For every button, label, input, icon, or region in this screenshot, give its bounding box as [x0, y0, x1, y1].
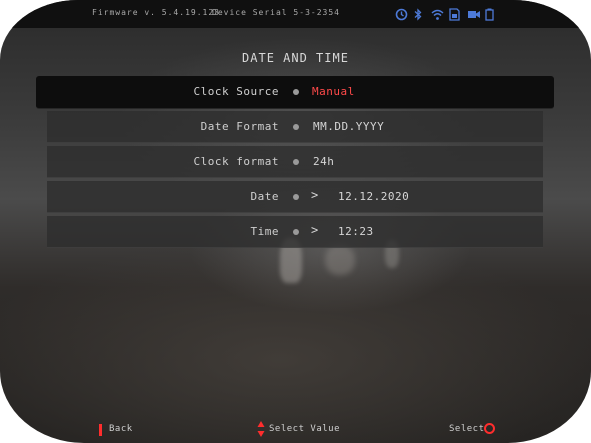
- menu-row-clock-source[interactable]: Clock Source Manual: [36, 76, 554, 109]
- menu-row-clock-format[interactable]: Clock format 24h: [47, 146, 543, 178]
- menu-row-value: Manual: [312, 85, 355, 98]
- bullet-icon: [293, 159, 299, 165]
- thermal-silhouette: [325, 245, 355, 275]
- select-hint[interactable]: Select: [449, 424, 485, 434]
- bullet-icon: [293, 229, 299, 235]
- menu-row-value: 24h: [313, 155, 335, 168]
- menu-row-date[interactable]: Date > 12.12.2020: [47, 181, 543, 213]
- bullet-icon: [293, 194, 299, 200]
- menu-row-value: MM.DD.YYYY: [313, 120, 385, 133]
- battery-icon: [485, 8, 498, 21]
- menu-row-label: Clock format: [193, 155, 279, 168]
- menu-row-label: Clock Source: [193, 85, 279, 98]
- status-icons: [395, 6, 498, 22]
- select-key-icon: [484, 423, 495, 434]
- wifi-icon: [431, 8, 444, 21]
- device-screen: Firmware v. 5.4.19.123 Device Serial 5-3…: [0, 0, 591, 443]
- menu-row-value: 12.12.2020: [338, 190, 410, 203]
- menu-row-time[interactable]: Time > 12:23: [47, 216, 543, 248]
- bullet-icon: [293, 124, 299, 130]
- menu-row-label: Date Format: [200, 120, 279, 133]
- back-key-icon: [99, 424, 102, 436]
- bullet-icon: [293, 89, 299, 95]
- back-hint[interactable]: Back: [109, 424, 133, 434]
- sd-card-icon: [449, 7, 462, 21]
- timer-icon: [395, 8, 408, 21]
- menu-row-value: 12:23: [338, 225, 374, 238]
- menu-row-label: Time: [250, 225, 279, 238]
- menu-row-date-format[interactable]: Date Format MM.DD.YYYY: [47, 111, 543, 143]
- chevron-right-icon: >: [311, 188, 319, 202]
- bluetooth-icon: [413, 7, 426, 21]
- video-camera-icon: [467, 8, 480, 21]
- footer-hints: Back Select Value Select: [0, 420, 591, 443]
- device-serial: Device Serial 5-3-2354: [212, 8, 340, 17]
- chevron-right-icon: >: [311, 223, 319, 237]
- menu-row-label: Date: [250, 190, 279, 203]
- select-value-hint: Select Value: [269, 424, 341, 434]
- page-title: DATE AND TIME: [242, 51, 349, 65]
- up-down-arrows-icon: [257, 420, 265, 438]
- status-bar: Firmware v. 5.4.19.123 Device Serial 5-3…: [0, 0, 591, 28]
- firmware-version: Firmware v. 5.4.19.123: [92, 8, 220, 17]
